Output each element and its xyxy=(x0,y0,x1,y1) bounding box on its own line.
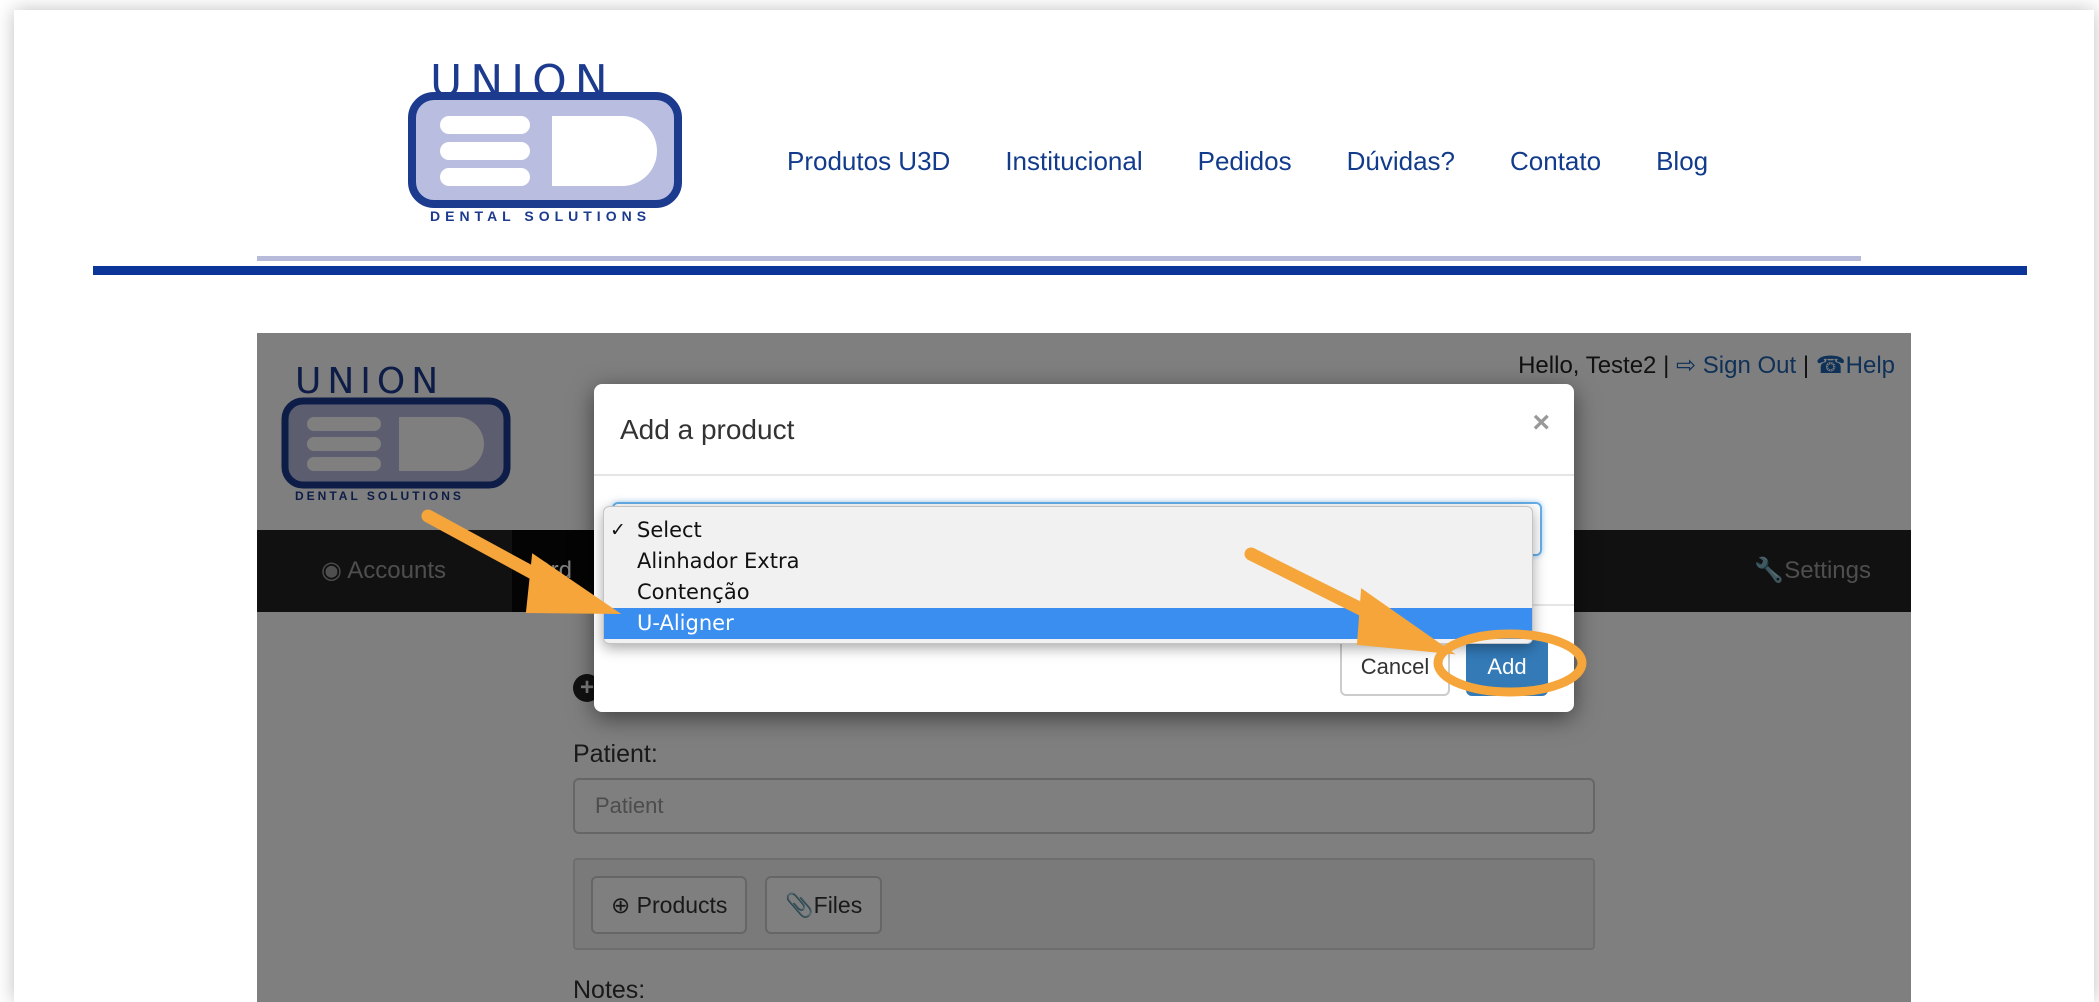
option-label: U-Aligner xyxy=(637,611,734,635)
nav-institucional[interactable]: Institucional xyxy=(1005,146,1142,177)
product-dropdown-list: ✓ Select Alinhador Extra Contenção U-Alig… xyxy=(603,506,1533,644)
add-button[interactable]: Add xyxy=(1466,638,1548,696)
header-divider-dark xyxy=(93,266,2027,275)
option-label: Alinhador Extra xyxy=(637,549,800,573)
nav-produtos[interactable]: Produtos U3D xyxy=(787,146,950,177)
nav-duvidas[interactable]: Dúvidas? xyxy=(1347,146,1455,177)
nav-pedidos[interactable]: Pedidos xyxy=(1198,146,1292,177)
modal-header-divider xyxy=(594,474,1574,476)
site-logo-tagline: DENTAL SOLUTIONS xyxy=(430,208,652,224)
site-logo-3d-mark xyxy=(408,92,682,208)
site-nav: Produtos U3D Institucional Pedidos Dúvid… xyxy=(787,146,1763,177)
nav-contato[interactable]: Contato xyxy=(1510,146,1601,177)
close-icon[interactable]: × xyxy=(1532,406,1550,440)
checkmark-icon: ✓ xyxy=(610,519,626,541)
site-logo[interactable]: UNION DENTAL SOLUTIONS xyxy=(400,50,690,230)
option-label: Select xyxy=(637,518,702,542)
cancel-button[interactable]: Cancel xyxy=(1340,638,1450,696)
option-contencao[interactable]: Contenção xyxy=(604,577,1532,608)
nav-blog[interactable]: Blog xyxy=(1656,146,1708,177)
option-label: Contenção xyxy=(637,580,750,604)
option-u-aligner[interactable]: U-Aligner xyxy=(604,608,1532,639)
option-select[interactable]: ✓ Select xyxy=(604,515,1532,546)
option-alinhador-extra[interactable]: Alinhador Extra xyxy=(604,546,1532,577)
modal-title: Add a product xyxy=(620,414,795,445)
header-divider-light xyxy=(257,256,1861,261)
